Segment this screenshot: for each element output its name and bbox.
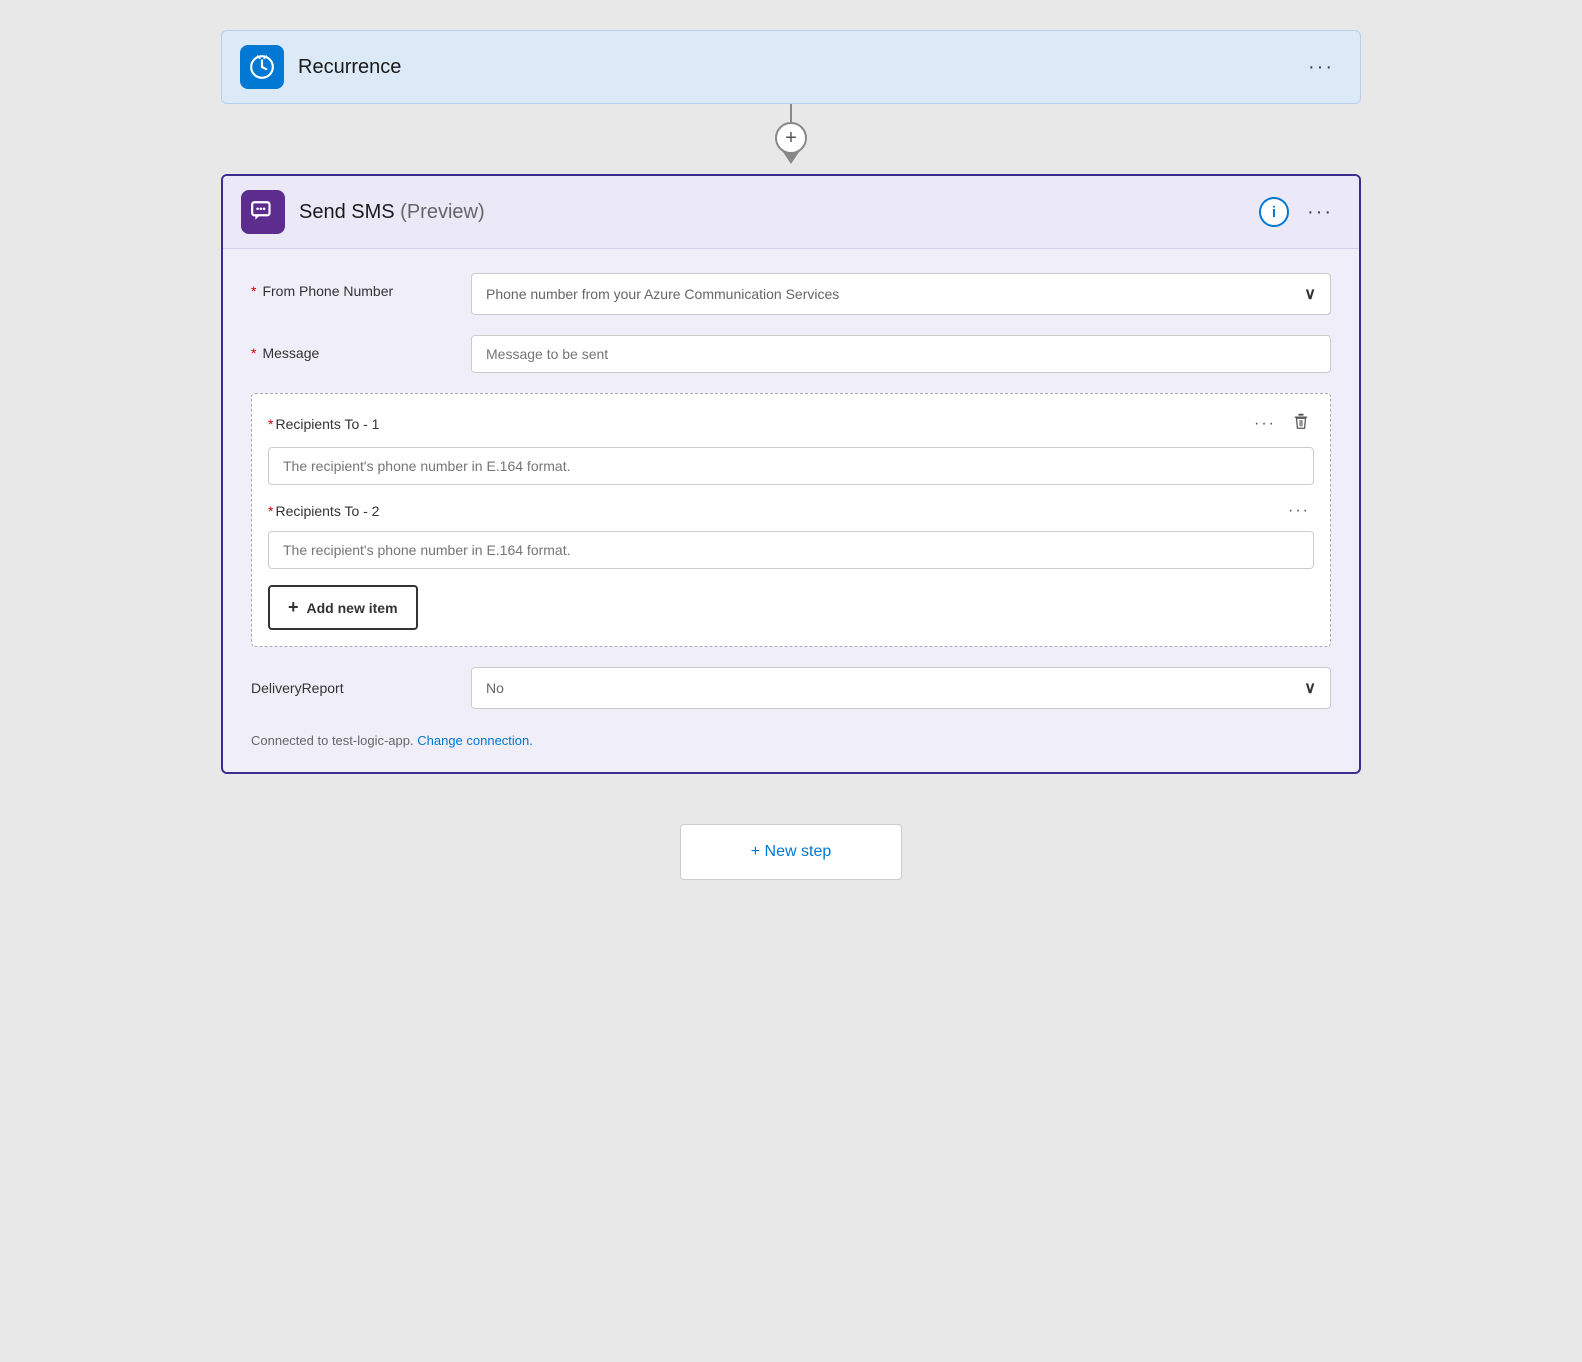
- sms-body: * From Phone Number Phone number from yo…: [223, 249, 1359, 772]
- recurrence-title: Recurrence: [298, 56, 1300, 79]
- recipient-1-input[interactable]: [268, 447, 1314, 485]
- from-phone-row: * From Phone Number Phone number from yo…: [251, 273, 1331, 315]
- recurrence-block: Recurrence ···: [221, 30, 1361, 104]
- add-step-button[interactable]: +: [775, 122, 807, 154]
- connection-footer: Connected to test-logic-app. Change conn…: [251, 733, 1331, 748]
- recipient-2-actions: ···: [1284, 501, 1314, 521]
- recipient-item-2: * Recipients To - 2 ···: [268, 501, 1314, 569]
- recipient-item-1: * Recipients To - 1 ···: [268, 410, 1314, 485]
- from-phone-dropdown[interactable]: Phone number from your Azure Communicati…: [471, 273, 1331, 315]
- sms-header-actions: i ···: [1259, 197, 1341, 227]
- change-connection-link[interactable]: Change connection.: [417, 733, 533, 748]
- sms-title: Send SMS (Preview): [299, 201, 1259, 224]
- from-phone-label: * From Phone Number: [251, 273, 471, 299]
- delivery-report-label: DeliveryReport: [251, 680, 471, 696]
- plus-icon: +: [288, 597, 299, 618]
- delivery-report-dropdown[interactable]: No ∨: [471, 667, 1331, 709]
- recipient-1-more-button[interactable]: ···: [1250, 414, 1280, 434]
- from-phone-input: Phone number from your Azure Communicati…: [471, 273, 1331, 315]
- recipients-group: * Recipients To - 1 ···: [251, 393, 1331, 647]
- connector-line: [790, 104, 792, 122]
- required-star-message: *: [251, 345, 256, 361]
- recipient-2-header: * Recipients To - 2 ···: [268, 501, 1314, 521]
- delivery-report-row: DeliveryReport No ∨: [251, 667, 1331, 709]
- add-new-item-button[interactable]: + Add new item: [268, 585, 418, 630]
- step-connector: +: [775, 104, 807, 174]
- chevron-down-icon: ∨: [1304, 284, 1316, 304]
- delivery-report-input: No ∨: [471, 667, 1331, 709]
- info-button[interactable]: i: [1259, 197, 1289, 227]
- recipient-1-label: * Recipients To - 1: [268, 416, 1250, 432]
- recipient-1-header: * Recipients To - 1 ···: [268, 410, 1314, 437]
- required-star-r2: *: [268, 503, 273, 519]
- sms-chat-icon: [250, 199, 276, 225]
- sms-header: Send SMS (Preview) i ···: [223, 176, 1359, 249]
- trash-icon: [1292, 412, 1310, 430]
- sms-more-button[interactable]: ···: [1299, 198, 1341, 226]
- flow-container: Recurrence ··· + Send SMS: [221, 30, 1361, 880]
- clock-icon: [249, 54, 275, 80]
- required-star-from: *: [251, 283, 256, 299]
- recipient-1-delete-button[interactable]: [1288, 410, 1314, 437]
- message-row: * Message: [251, 335, 1331, 373]
- recipient-2-input[interactable]: [268, 531, 1314, 569]
- message-input-wrapper: [471, 335, 1331, 373]
- message-input[interactable]: [471, 335, 1331, 373]
- sms-icon: [241, 190, 285, 234]
- recurrence-icon: [240, 45, 284, 89]
- send-sms-block: Send SMS (Preview) i ··· * From Phone Nu…: [221, 174, 1361, 774]
- delivery-chevron-down-icon: ∨: [1304, 678, 1316, 698]
- recurrence-more-button[interactable]: ···: [1300, 53, 1342, 81]
- recipient-2-more-button[interactable]: ···: [1284, 501, 1314, 521]
- message-label: * Message: [251, 335, 471, 361]
- new-step-container: + New step: [680, 824, 902, 880]
- new-step-button[interactable]: + New step: [680, 824, 902, 880]
- required-star-r1: *: [268, 416, 273, 432]
- recipient-2-label: * Recipients To - 2: [268, 503, 1284, 519]
- recipient-1-actions: ···: [1250, 410, 1314, 437]
